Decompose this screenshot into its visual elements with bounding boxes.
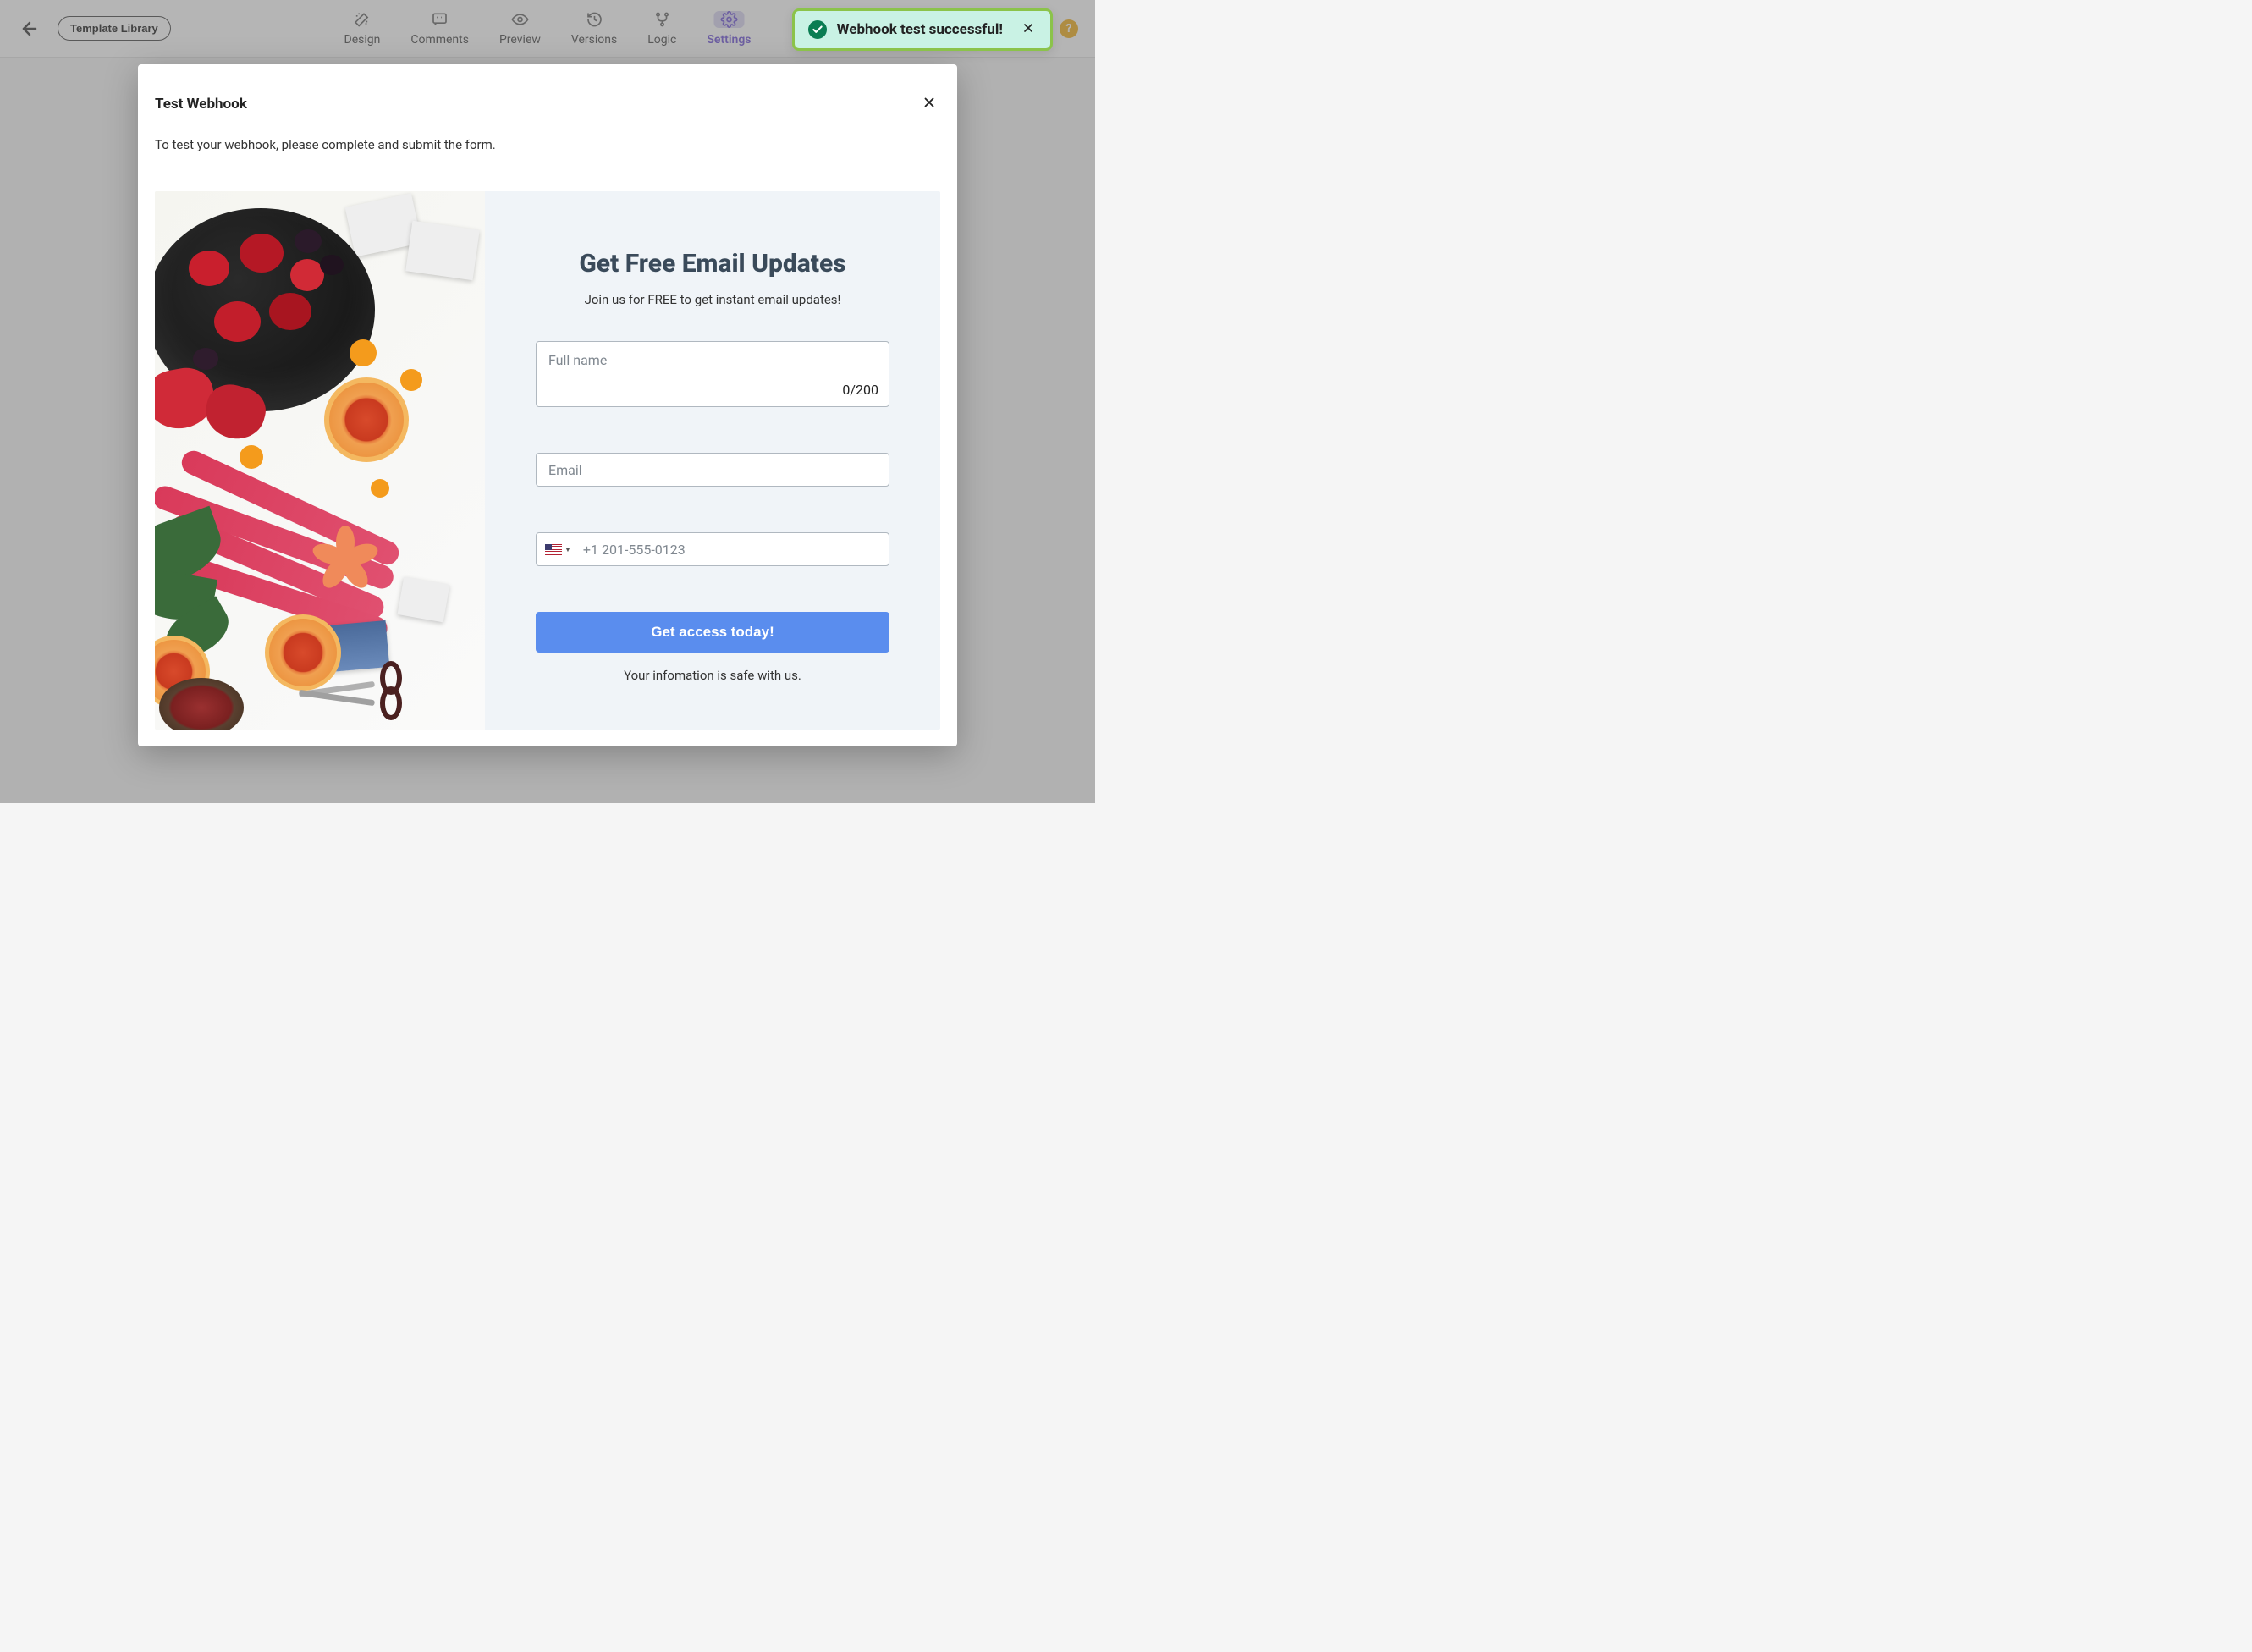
- toast-close-button[interactable]: [1020, 19, 1037, 40]
- privacy-note: Your infomation is safe with us.: [624, 668, 801, 683]
- close-icon: [922, 95, 937, 110]
- toast-message: Webhook test successful!: [837, 21, 1003, 38]
- email-field[interactable]: Email: [536, 453, 889, 487]
- check-circle-icon: [808, 20, 827, 39]
- form-preview: Get Free Email Updates Join us for FREE …: [155, 191, 940, 730]
- modal-title: Test Webhook: [155, 96, 247, 113]
- full-name-placeholder: Full name: [548, 352, 607, 368]
- form-hero-image: [155, 191, 485, 730]
- test-webhook-modal: Test Webhook To test your webhook, pleas…: [138, 64, 957, 746]
- form-subtitle: Join us for FREE to get instant email up…: [585, 292, 841, 307]
- modal-subtitle: To test your webhook, please complete an…: [138, 137, 957, 191]
- email-placeholder: Email: [548, 462, 582, 478]
- us-flag-icon: [545, 544, 562, 555]
- modal-close-button[interactable]: [918, 91, 940, 117]
- char-counter: 0/200: [842, 382, 878, 398]
- chevron-down-icon: ▼: [564, 546, 571, 553]
- country-selector[interactable]: ▼: [537, 533, 580, 565]
- phone-placeholder: +1 201-555-0123: [580, 542, 686, 558]
- form-title: Get Free Email Updates: [579, 249, 845, 278]
- submit-button[interactable]: Get access today!: [536, 612, 889, 653]
- success-toast: Webhook test successful!: [792, 8, 1053, 51]
- close-icon: [1021, 21, 1035, 35]
- phone-field[interactable]: ▼ +1 201-555-0123: [536, 532, 889, 566]
- full-name-field[interactable]: Full name 0/200: [536, 341, 889, 407]
- form-fields-panel: Get Free Email Updates Join us for FREE …: [485, 191, 940, 730]
